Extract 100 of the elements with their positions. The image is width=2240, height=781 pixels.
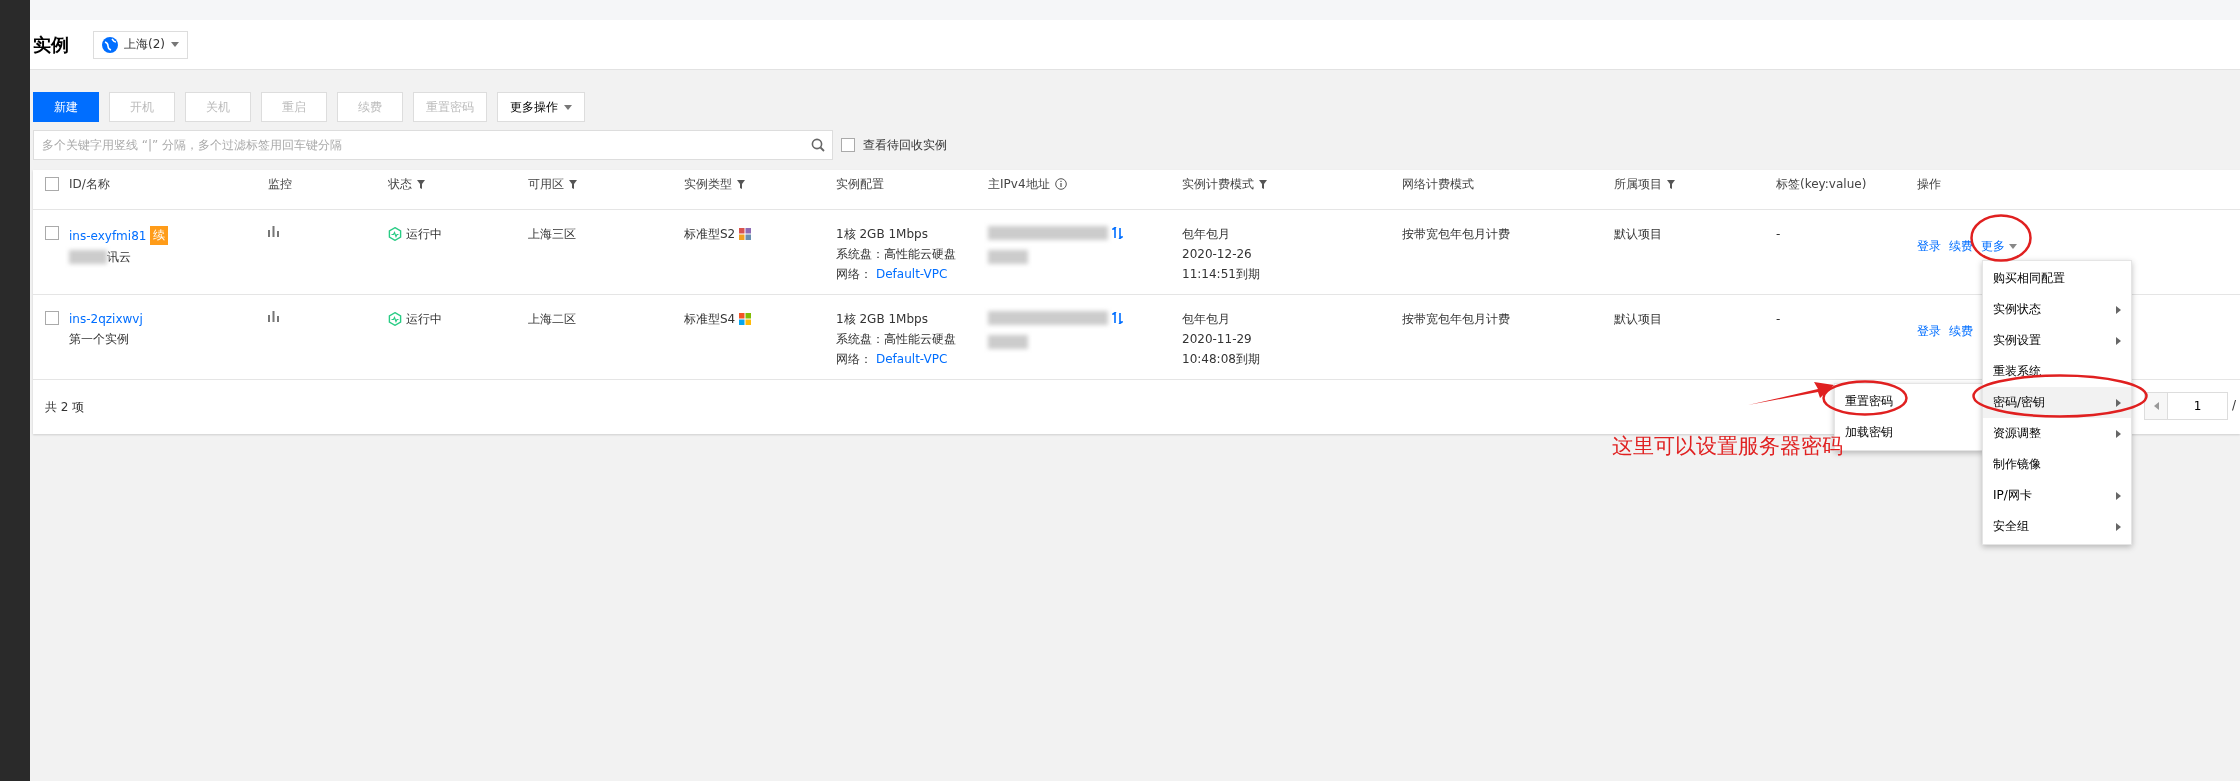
- submenu-arrow-icon: [2116, 429, 2121, 438]
- redacted-ip: [988, 335, 1028, 349]
- search-field[interactable]: 多个关键字用竖线 “|” 分隔，多个过滤标签用回车键分隔: [33, 130, 833, 160]
- instance-name: 讯云: [107, 249, 131, 265]
- swap-icon[interactable]: [1112, 227, 1123, 239]
- info-icon: [1054, 178, 1067, 190]
- windows-logo-icon: [739, 313, 752, 325]
- column-header: 实例计费模式: [1182, 175, 1402, 193]
- row-checkbox[interactable]: [45, 226, 59, 240]
- toolbar-button[interactable]: 新建: [33, 92, 99, 122]
- previous-page-button[interactable]: [2144, 392, 2168, 420]
- caret-icon: [171, 42, 179, 47]
- renew-badge: 续: [150, 226, 169, 245]
- instance-name: 第一个实例: [69, 331, 129, 347]
- redacted-ip: [988, 250, 1028, 264]
- checkbox-label: 查看待回收实例: [863, 136, 947, 154]
- action-link[interactable]: 登录: [1917, 238, 1941, 254]
- config-text: 系统盘：高性能云硬盘: [836, 331, 957, 347]
- config-text: 1核 2GB 1Mbps: [836, 226, 929, 242]
- redacted-text: [69, 250, 107, 264]
- network-label: 网络：: [836, 266, 872, 282]
- os-logo-icon: [739, 228, 752, 240]
- bar-chart-icon[interactable]: [268, 226, 279, 237]
- caret-icon: [564, 104, 572, 110]
- more-actions-button[interactable]: 更多操作: [497, 92, 585, 122]
- filter-icon[interactable]: [417, 179, 425, 189]
- column-header: 主IPv4地址: [988, 175, 1182, 193]
- column-header: 所属项目: [1614, 175, 1776, 193]
- billing-text: 2020-11-29: [1182, 331, 1253, 347]
- billing-text: 11:14:51到期: [1182, 266, 1261, 282]
- globe-icon: [102, 36, 118, 53]
- project-text: 默认项目: [1614, 226, 1663, 242]
- caret-icon: [2009, 243, 2017, 249]
- previous-icon: [2153, 402, 2159, 410]
- action-link[interactable]: 登录: [1917, 323, 1941, 339]
- more-link[interactable]: 更多: [1981, 238, 2017, 254]
- action-link[interactable]: 续费: [1949, 323, 1973, 339]
- region-select[interactable]: 上海(2): [93, 30, 188, 59]
- menu-item[interactable]: IP/网卡: [1983, 480, 2131, 511]
- instance-id-link[interactable]: ins-2qzixwvj: [69, 311, 143, 327]
- network-label: 网络：: [836, 351, 872, 367]
- submenu-arrow-icon: [2116, 522, 2121, 531]
- menu-item[interactable]: 购买相同配置: [1983, 263, 2131, 294]
- submenu-arrow-icon: [2116, 336, 2121, 345]
- column-header: 标签(key:value): [1776, 175, 1868, 193]
- menu-item[interactable]: 安全组: [1983, 511, 2131, 542]
- filter-icon[interactable]: [1667, 179, 1675, 189]
- instance-type: 标准型S2: [684, 226, 736, 242]
- running-status-icon: [388, 312, 402, 326]
- column-header: 操作: [1917, 175, 1942, 193]
- tag-text: -: [1776, 311, 1782, 327]
- zone-text: 上海二区: [528, 311, 577, 327]
- billing-text: 包年包月: [1182, 226, 1231, 242]
- column-header: 实例类型: [684, 175, 836, 193]
- status-text: 运行中: [406, 226, 442, 242]
- submenu-arrow-icon: [2116, 398, 2121, 407]
- checkbox[interactable]: [841, 138, 855, 152]
- page-input[interactable]: 1: [2168, 392, 2228, 420]
- page-separator: /: [2231, 397, 2238, 414]
- page-title: 实例: [33, 32, 69, 57]
- billing-text: 包年包月: [1182, 311, 1231, 327]
- network-link[interactable]: Default-VPC: [876, 266, 948, 282]
- column-header: ID/名称: [69, 175, 111, 193]
- running-status-icon: [388, 227, 402, 241]
- submenu-arrow-icon: [2116, 491, 2121, 500]
- config-text: 系统盘：高性能云硬盘: [836, 246, 957, 262]
- zone-text: 上海三区: [528, 226, 577, 242]
- filter-icon[interactable]: [1259, 179, 1267, 189]
- network-billing-text: 按带宽包年包月计费: [1402, 311, 1511, 327]
- row-checkbox[interactable]: [45, 311, 59, 325]
- menu-item[interactable]: 实例设置: [1983, 325, 2131, 356]
- billing-text: 2020-12-26: [1182, 246, 1253, 262]
- filter-icon[interactable]: [737, 179, 745, 189]
- config-text: 1核 2GB 1Mbps: [836, 311, 929, 327]
- column-header: 状态: [388, 175, 528, 193]
- project-text: 默认项目: [1614, 311, 1663, 327]
- submenu-arrow-icon: [2116, 305, 2121, 314]
- search-icon[interactable]: [811, 138, 825, 152]
- menu-item[interactable]: 资源调整: [1983, 418, 2131, 449]
- select-all-checkbox[interactable]: [45, 177, 59, 191]
- instance-id-link[interactable]: ins-exyfmi81: [69, 227, 147, 244]
- swap-icon[interactable]: [1112, 312, 1123, 324]
- menu-item[interactable]: 制作镜像: [1983, 449, 2131, 480]
- column-header: 网络计费模式: [1402, 175, 1475, 193]
- network-link[interactable]: Default-VPC: [876, 351, 948, 367]
- action-link[interactable]: 续费: [1949, 238, 1973, 254]
- filter-icon[interactable]: [569, 179, 577, 189]
- network-billing-text: 按带宽包年包月计费: [1402, 226, 1511, 242]
- bar-chart-icon[interactable]: [268, 311, 279, 322]
- highlight-ellipse: [1970, 214, 2032, 262]
- column-header: 实例配置: [836, 175, 885, 193]
- instance-type: 标准型S4: [684, 311, 736, 327]
- tag-text: -: [1776, 226, 1782, 242]
- menu-item[interactable]: 密码/密钥: [1983, 387, 2131, 418]
- total-count: 共 2 项: [45, 399, 85, 415]
- billing-text: 10:48:08到期: [1182, 351, 1261, 367]
- menu-item[interactable]: 实例状态: [1983, 294, 2131, 325]
- column-header: 可用区: [528, 175, 684, 193]
- status-text: 运行中: [406, 311, 442, 327]
- column-header: 监控: [268, 175, 293, 193]
